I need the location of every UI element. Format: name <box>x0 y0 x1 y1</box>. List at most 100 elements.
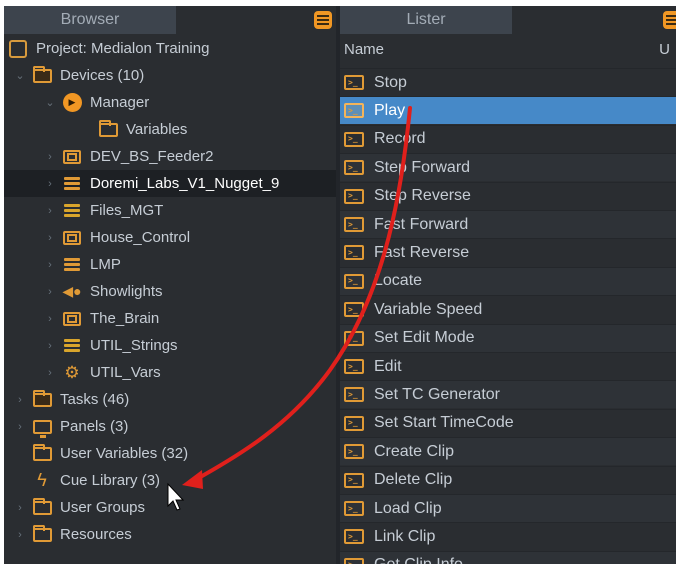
lister-item[interactable]: >_ Create Clip <box>340 437 676 466</box>
chevron-right-icon[interactable]: › <box>44 286 56 298</box>
lister-item[interactable]: >_ Variable Speed <box>340 295 676 323</box>
chevron-right-icon[interactable]: › <box>44 232 56 244</box>
lister-item-label: Delete Clip <box>374 471 453 489</box>
lister-item[interactable]: >_ Edit <box>340 352 676 380</box>
command-icon: >_ <box>344 387 364 403</box>
chevron-right-icon[interactable]: › <box>14 394 26 406</box>
tree-item-dev-bs-feeder2[interactable]: › DEV_BS_Feeder2 <box>4 143 336 170</box>
tree-item-label: User Variables (32) <box>60 445 189 462</box>
tree-item-label: Doremi_Labs_V1_Nugget_9 <box>90 175 280 192</box>
folder-icon <box>32 524 52 544</box>
lister-tab[interactable]: Lister <box>340 6 512 34</box>
lister-item[interactable]: >_ Play <box>340 96 676 125</box>
tasks-folder-icon <box>32 389 52 409</box>
lister-item-label: Stop <box>374 73 407 91</box>
tree-item-panels[interactable]: › Panels (3) <box>4 413 336 440</box>
tree-item-label: DEV_BS_Feeder2 <box>90 148 214 165</box>
lister-item[interactable]: >_ Set Start TimeCode <box>340 408 676 437</box>
tree-item-label: The_Brain <box>90 310 160 327</box>
lister-item[interactable]: >_ Set Edit Mode <box>340 323 676 352</box>
device-icon <box>62 229 82 247</box>
monitor-icon <box>32 418 52 438</box>
lister-item[interactable]: >_ Fast Reverse <box>340 238 676 266</box>
chevron-right-icon[interactable]: › <box>44 178 56 190</box>
tree-item-the-brain[interactable]: › The_Brain <box>4 305 336 332</box>
tree-item-label: UTIL_Vars <box>90 364 161 381</box>
tree-item-house-control[interactable]: › House_Control <box>4 224 336 251</box>
tree-item-tasks[interactable]: › Tasks (46) <box>4 386 336 413</box>
tree-item-cue-library[interactable]: ϟ Cue Library (3) <box>4 467 336 494</box>
user-variables-icon <box>32 443 52 463</box>
tree-item-devices[interactable]: ⌄ Devices (10) <box>4 62 336 89</box>
tree-item-label: Devices (10) <box>60 67 145 84</box>
chevron-right-icon[interactable]: › <box>14 421 26 433</box>
lister-item-label: Play <box>374 101 406 119</box>
lister-item[interactable]: >_ Delete Clip <box>340 465 676 494</box>
lister-item[interactable]: >_ Step Forward <box>340 153 676 182</box>
lightning-icon: ϟ <box>37 470 47 490</box>
project-icon <box>8 39 28 58</box>
command-icon: >_ <box>344 245 364 261</box>
tree-item-showlights[interactable]: › ◀● Showlights <box>4 278 336 305</box>
chevron-right-icon[interactable]: › <box>44 151 56 163</box>
chevron-right-icon[interactable]: › <box>44 205 56 217</box>
browser-menu-icon[interactable] <box>314 11 332 29</box>
tree-item-files-mgt[interactable]: › Files_MGT <box>4 197 336 224</box>
command-icon: >_ <box>344 359 364 374</box>
manager-play-icon: ▶ <box>62 93 82 112</box>
lister-item-label: Set Start TimeCode <box>374 414 514 432</box>
lister-item-label: Load Clip <box>374 499 442 517</box>
chevron-right-icon[interactable]: › <box>44 367 56 379</box>
tree-item-label: Variables <box>126 121 188 138</box>
tree-item-label: Showlights <box>90 283 163 300</box>
column-header-name[interactable]: Name <box>344 41 384 58</box>
chevron-right-icon[interactable]: › <box>44 313 56 325</box>
tree-item-user-variables[interactable]: User Variables (32) <box>4 440 336 467</box>
tree-item-lmp[interactable]: › LMP <box>4 251 336 278</box>
tree-item-user-groups[interactable]: › User Groups <box>4 494 336 521</box>
lister-menu-icon[interactable] <box>663 11 676 29</box>
chevron-right-icon[interactable]: › <box>44 259 56 271</box>
strings-stack-icon <box>62 337 82 355</box>
chevron-right-icon[interactable]: › <box>14 529 26 541</box>
lister-item[interactable]: >_ Stop <box>340 68 676 96</box>
tree-item-label: UTIL_Strings <box>90 337 178 354</box>
browser-panel: Browser Project: Medialon Training ⌄ Dev… <box>4 6 336 564</box>
device-icon <box>62 310 82 328</box>
tree-item-manager[interactable]: ⌄ ▶ Manager <box>4 89 336 116</box>
tree-item-label: House_Control <box>90 229 191 246</box>
chevron-right-icon[interactable]: › <box>44 340 56 352</box>
lister-item[interactable]: >_ Set TC Generator <box>340 380 676 409</box>
variables-folder-icon <box>98 119 118 139</box>
command-icon: >_ <box>344 273 364 289</box>
tree-item-label: Cue Library (3) <box>60 472 161 489</box>
chevron-down-icon[interactable]: ⌄ <box>14 70 26 82</box>
tree-item-project[interactable]: Project: Medialon Training <box>4 35 336 62</box>
lister-panel: Lister Name U >_ Stop >_ Play >_ Record >_ Step… <box>340 6 676 564</box>
column-header-u[interactable]: U <box>659 41 670 58</box>
lister-item[interactable]: >_ Link Clip <box>340 522 676 550</box>
lister-item[interactable]: >_ Fast Forward <box>340 210 676 238</box>
lister-item[interactable]: >_ Load Clip <box>340 494 676 522</box>
lister-item-label: Set TC Generator <box>374 385 500 403</box>
lister-item-label: Get Clip Info <box>374 556 463 564</box>
folder-icon <box>32 497 52 517</box>
lister-item[interactable]: >_ Locate <box>340 266 676 295</box>
command-icon: >_ <box>344 415 364 431</box>
tree-item-variables[interactable]: Variables <box>4 116 336 143</box>
lister-item-label: Set Edit Mode <box>374 329 475 347</box>
chevron-down-icon[interactable]: ⌄ <box>44 97 56 109</box>
lister-item[interactable]: >_ Record <box>340 124 676 153</box>
browser-tab[interactable]: Browser <box>4 6 176 34</box>
chevron-right-icon[interactable]: › <box>14 502 26 514</box>
tree-item-resources[interactable]: › Resources <box>4 521 336 548</box>
tree-item-doremi-labs[interactable]: › Doremi_Labs_V1_Nugget_9 <box>4 170 336 197</box>
server-stack-icon <box>62 256 82 274</box>
lister-item-label: Locate <box>374 272 423 290</box>
tree-item-util-strings[interactable]: › UTIL_Strings <box>4 332 336 359</box>
lister-item[interactable]: >_ Step Reverse <box>340 181 676 210</box>
lister-item-label: Edit <box>374 357 402 375</box>
tree-item-util-vars[interactable]: › ⚙ UTIL_Vars <box>4 359 336 386</box>
tree-item-label: Files_MGT <box>90 202 164 219</box>
lister-item[interactable]: >_ Get Clip Info <box>340 550 676 564</box>
